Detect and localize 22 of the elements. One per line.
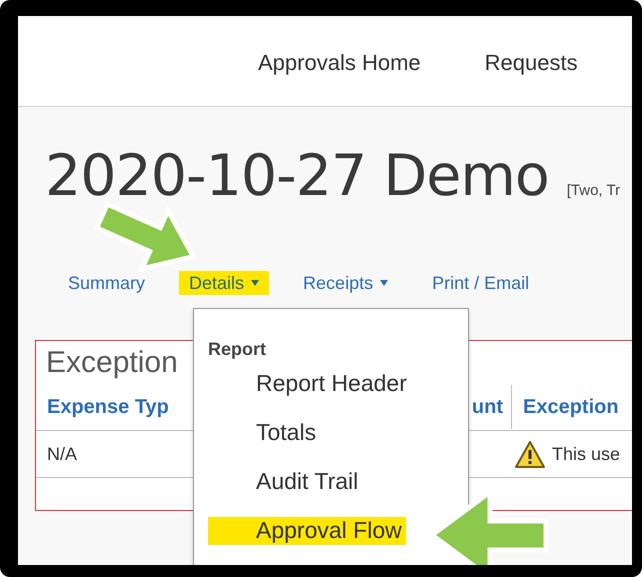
report-title: 2020-10-27 Demo xyxy=(45,143,549,209)
caret-icon xyxy=(380,280,388,286)
tab[interactable]: Print / Email xyxy=(422,271,540,295)
menu-item[interactable]: Report Header xyxy=(208,370,407,398)
menu-group-label: Report xyxy=(208,339,266,360)
report-subtitle: [Two, Tr xyxy=(566,182,620,199)
menu-item[interactable]: Totals xyxy=(208,419,316,447)
column-header[interactable]: unt xyxy=(472,385,512,429)
caret-icon xyxy=(251,280,260,286)
panel-title: Exception xyxy=(46,345,178,381)
table-cell: This use xyxy=(552,444,620,464)
tab[interactable]: Receipts xyxy=(293,271,398,295)
menu-item[interactable]: Audit Trail xyxy=(208,468,358,496)
tab[interactable]: Details xyxy=(179,271,270,295)
tab[interactable]: Summary xyxy=(58,271,156,295)
menu-item[interactable]: Approval Flow xyxy=(208,517,406,545)
nav-link[interactable]: Requests xyxy=(484,50,578,78)
nav-link[interactable]: Approvals Home xyxy=(258,50,421,78)
arrow-icon xyxy=(93,200,198,272)
column-header[interactable]: Exception xyxy=(512,396,632,418)
column-header[interactable]: Expense Typ xyxy=(36,396,186,418)
table-cell-text: N/A xyxy=(46,444,78,464)
